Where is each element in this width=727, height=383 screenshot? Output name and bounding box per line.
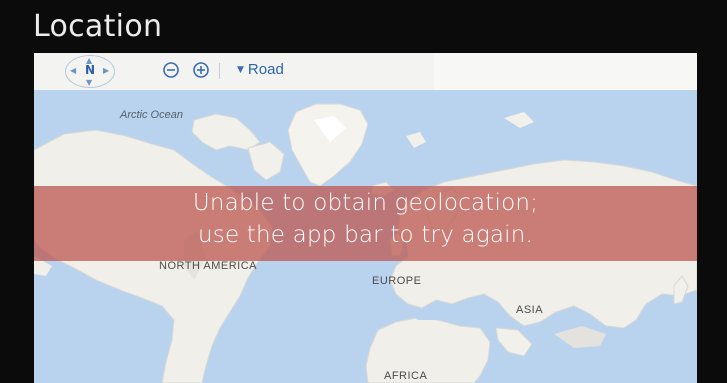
pan-down-icon[interactable]: ▼	[86, 79, 92, 87]
map-toolbar: ▲ ▼ ◀ ▶ N ▼ Road	[34, 53, 697, 90]
label-asia: ASIA	[516, 304, 544, 316]
page-title: Location	[33, 9, 163, 44]
zoom-out-icon[interactable]	[162, 61, 180, 79]
label-europe: EUROPE	[372, 275, 422, 287]
error-message-line1: Unable to obtain geolocation;	[192, 190, 539, 216]
map-style-dropdown[interactable]: ▼ Road	[237, 61, 284, 78]
toolbar-divider	[219, 63, 220, 79]
error-message-line2: use the app bar to try again.	[197, 222, 533, 248]
map-style-label: Road	[247, 61, 284, 78]
dropdown-caret-icon: ▼	[237, 64, 244, 75]
zoom-in-icon[interactable]	[192, 61, 210, 79]
label-north-america: NORTH AMERICA	[159, 260, 257, 272]
compass-navigator[interactable]: ▲ ▼ ◀ ▶ N	[65, 55, 115, 88]
error-banner: Unable to obtain geolocation; use the ap…	[34, 186, 697, 261]
label-arctic-ocean: Arctic Ocean	[120, 109, 183, 121]
compass-north-label: N	[84, 63, 96, 77]
label-africa: AFRICA	[384, 370, 428, 382]
